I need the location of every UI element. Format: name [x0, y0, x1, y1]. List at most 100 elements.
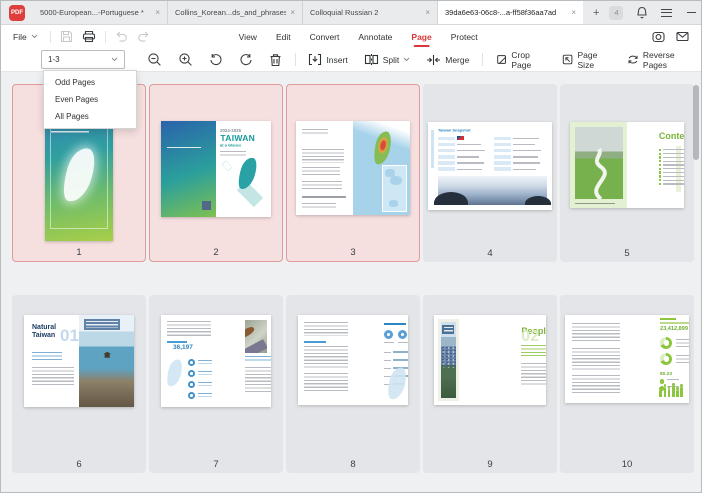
- tab-document-3[interactable]: Colloquial Russian 2 ×: [303, 1, 438, 24]
- minimize-button[interactable]: [685, 7, 697, 19]
- tab-close-icon[interactable]: ×: [571, 8, 576, 17]
- population-pictogram: [659, 386, 683, 397]
- info-circle-icon: [188, 392, 195, 399]
- dropdown-item-even-pages[interactable]: Even Pages: [44, 91, 136, 108]
- pdf-editor-window: PDF 5000-European...-Portuguese * × Coll…: [0, 0, 702, 493]
- reverse-pages-button[interactable]: Reverse Pages: [619, 50, 701, 70]
- pie-chart: [660, 337, 672, 349]
- population-infographic-half: 23,412,899 80.23: [627, 315, 689, 403]
- page-number: 5: [560, 248, 694, 259]
- paragraph-lines: [304, 373, 348, 391]
- page-size-button[interactable]: Page Size: [554, 50, 618, 70]
- stat-circle-icon: [384, 330, 393, 339]
- paragraph-lines: [572, 348, 620, 370]
- page-2-preview: 2024-2025 TAIWAN at a Glance: [161, 121, 271, 217]
- coast-photo-half: [79, 315, 134, 407]
- dropdown-item-odd-pages[interactable]: Odd Pages: [44, 74, 136, 91]
- isbn-bar: [302, 196, 346, 199]
- print-icon[interactable]: [82, 30, 96, 43]
- menu-item-convert[interactable]: Convert: [310, 28, 340, 46]
- region-inset-map: [382, 165, 407, 212]
- titlebar-right-controls: 4 ×: [609, 6, 702, 20]
- page-thumbnail-tile-3[interactable]: 3: [286, 84, 420, 262]
- chart-bar: [393, 359, 408, 361]
- chart-bar: [393, 351, 408, 353]
- divider: [105, 31, 106, 43]
- page-number: 1: [13, 247, 145, 258]
- reverse-pages-icon: [627, 53, 639, 66]
- page-range-combobox[interactable]: [41, 50, 125, 69]
- caption-line: [398, 342, 408, 343]
- divider: [50, 31, 51, 43]
- page-number: 8: [286, 459, 420, 470]
- file-menu-button[interactable]: File: [13, 32, 38, 42]
- tab-document-1[interactable]: 5000-European...-Portuguese * ×: [33, 1, 168, 24]
- page-thumbnail-tile-9[interactable]: People 02 9: [423, 295, 557, 473]
- app-logo-pdf-icon: PDF: [9, 5, 25, 21]
- delete-page-trash-button[interactable]: [261, 53, 290, 67]
- page-thumbnail-tile-7[interactable]: 36,197: [149, 295, 283, 473]
- page-thumbnail-tile-2[interactable]: 2024-2025 TAIWAN at a Glance 2: [149, 84, 283, 262]
- thumbnail-grid: 2024 TAIWAN at a Glance 1: [12, 84, 694, 473]
- text-lines: [302, 203, 336, 209]
- scrollbar-thumb[interactable]: [693, 85, 699, 160]
- subtitle-text: at a Glance: [220, 143, 271, 148]
- notifications-bell-icon[interactable]: [636, 6, 648, 19]
- page-thumbnail-tile-6[interactable]: Natural Taiwan 01 6: [12, 295, 146, 473]
- paragraph-lines: [245, 367, 271, 393]
- stat-lines: [667, 379, 679, 382]
- info-lines: [198, 360, 212, 364]
- crop-page-button[interactable]: Crop Page: [488, 50, 554, 70]
- file-menu-label: File: [13, 32, 27, 42]
- menu-item-edit[interactable]: Edit: [276, 28, 291, 46]
- menu-item-protect[interactable]: Protect: [451, 28, 478, 46]
- feedback-envelope-icon[interactable]: [676, 31, 689, 42]
- tab-count-badge[interactable]: 4: [609, 6, 623, 20]
- info-circle-icon: [188, 370, 195, 377]
- menu-item-view[interactable]: View: [239, 28, 257, 46]
- taiwan-island-shape: [236, 156, 260, 192]
- page-5-preview: Contents: [570, 122, 684, 208]
- population-statistic: 23,412,899: [660, 325, 689, 331]
- menu-item-annotate[interactable]: Annotate: [358, 28, 392, 46]
- split-page-button[interactable]: Split: [356, 53, 419, 66]
- tab-close-icon[interactable]: ×: [425, 8, 430, 17]
- zoom-in-button[interactable]: [170, 52, 201, 67]
- dropdown-item-all-pages[interactable]: All Pages: [44, 108, 136, 125]
- insert-page-button[interactable]: Insert: [300, 53, 355, 66]
- page-thumbnail-tile-8[interactable]: 8: [286, 295, 420, 473]
- photo-caption-lines: [245, 356, 271, 362]
- paragraph-lines: [32, 367, 74, 387]
- new-tab-button[interactable]: +: [583, 7, 609, 19]
- merge-label: Merge: [445, 55, 469, 65]
- tab-close-icon[interactable]: ×: [290, 8, 295, 17]
- tab-document-2[interactable]: Collins_Korean...ds_and_phrases ×: [168, 1, 303, 24]
- page-thumbnail-tile-5[interactable]: Contents: [560, 84, 694, 262]
- page-thumbnail-tile-10[interactable]: 23,412,899 80.23: [560, 295, 694, 473]
- mountain-photo: [438, 176, 547, 205]
- save-icon[interactable]: [60, 30, 73, 43]
- info-lines: [198, 371, 212, 375]
- animal: [245, 325, 255, 340]
- zoom-out-button[interactable]: [139, 52, 170, 67]
- rotate-right-button[interactable]: [231, 53, 261, 67]
- rotate-left-button[interactable]: [201, 53, 231, 67]
- imprint-half: [296, 121, 353, 215]
- undo-icon[interactable]: [115, 31, 128, 42]
- screenshot-camera-icon[interactable]: [652, 31, 665, 43]
- page-toolbar: Insert Split Merge Crop Page Page Size R…: [1, 48, 701, 72]
- menubar: File View Edit Convert Annotate Page: [1, 25, 701, 48]
- merge-pages-button[interactable]: Merge: [418, 54, 477, 66]
- taiwan-relief-map: [371, 130, 393, 166]
- menu-item-page-active[interactable]: Page: [411, 28, 431, 46]
- snapshot-heading: Taiwan Snapshot: [438, 128, 552, 133]
- redo-icon[interactable]: [137, 31, 150, 42]
- main-menu-hamburger-icon[interactable]: [661, 9, 672, 17]
- page-range-input[interactable]: [48, 55, 108, 64]
- title-page-half: 2024-2025 TAIWAN at a Glance: [216, 121, 271, 217]
- page-thumbnail-tile-4[interactable]: Taiwan Snapshot: [423, 84, 557, 262]
- reverse-pages-label: Reverse Pages: [643, 50, 693, 70]
- tab-close-icon[interactable]: ×: [155, 8, 160, 17]
- tab-document-4-active[interactable]: 39da6e63-06c8-...a-ff58f36aa7ad ×: [438, 1, 583, 24]
- pie-chart: [660, 353, 672, 365]
